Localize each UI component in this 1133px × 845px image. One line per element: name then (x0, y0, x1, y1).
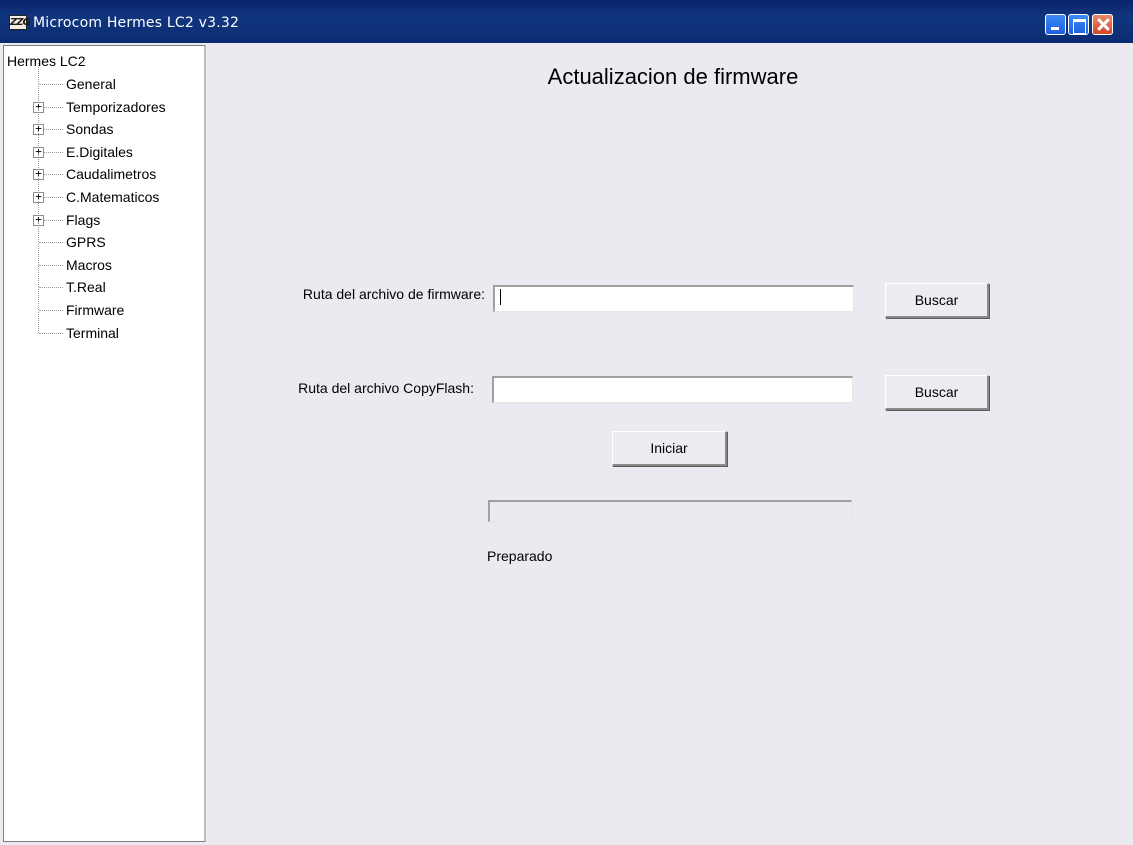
tree-item-macros[interactable]: Macros (4, 243, 204, 276)
window-title: Microcom Hermes LC2 v3.32 (33, 15, 240, 31)
maximize-button[interactable] (1068, 14, 1089, 35)
tree-item-label: E.Digitales (66, 143, 133, 160)
tree-item-label: Temporizadores (66, 98, 166, 115)
application-window: ZZG Microcom Hermes LC2 v3.32 Hermes LC2… (0, 0, 1133, 845)
tree-connector-horizontal (39, 242, 63, 244)
tree-connector-horizontal (39, 310, 63, 311)
tree-item-flags[interactable]: + Flags (4, 198, 204, 231)
tree-connector-horizontal (39, 264, 63, 266)
navigation-tree[interactable]: Hermes LC2 General + Temporizadores + Sondas… (3, 45, 206, 842)
tree-item-label: Caudalimetros (66, 166, 157, 183)
tree-connector-vertical (38, 266, 39, 288)
tree-item-caudalimetros[interactable]: + Caudalimetros (4, 153, 204, 185)
tree-item-t-real[interactable]: T.Real (4, 266, 204, 298)
tree-item-general[interactable]: General (4, 63, 204, 95)
minimize-button[interactable] (1045, 14, 1066, 35)
tree-item-label: Flags (66, 211, 101, 228)
status-text: Preparado (487, 548, 553, 564)
tree-item-terminal[interactable]: Terminal (4, 311, 204, 344)
copyflash-path-input[interactable] (492, 376, 853, 403)
tree-item-label: C.Matematicos (66, 189, 160, 205)
tree-root-hermes-lc2[interactable]: Hermes LC2 (7, 53, 86, 69)
tree-item-label: Macros (66, 256, 112, 273)
tree-item-c-matematicos[interactable]: + C.Matematicos (4, 176, 204, 208)
text-caret (500, 289, 501, 305)
copyflash-path-label: Ruta del archivo CopyFlash: (298, 380, 474, 396)
firmware-path-label: Ruta del archivo de firmware: (302, 286, 485, 302)
title-bar[interactable]: ZZG Microcom Hermes LC2 v3.32 (0, 0, 1133, 43)
firmware-browse-button[interactable]: Buscar (885, 283, 989, 318)
page-title: Actualizacion de firmware (547, 64, 799, 89)
copyflash-browse-button[interactable]: Buscar (885, 375, 989, 410)
tree-connector-vertical (38, 243, 39, 265)
tree-item-label: GPRS (66, 234, 106, 251)
progress-bar (488, 500, 852, 522)
tree-item-sondas[interactable]: + Sondas (4, 108, 204, 140)
tree-connector-vertical (38, 311, 39, 333)
main-panel: Actualizacion de firmware Ruta del archi… (216, 45, 1130, 842)
tree-item-label: T.Real (66, 279, 106, 296)
tree-item-label: Sondas (66, 121, 114, 138)
tree-connector-vertical (38, 289, 39, 310)
tree-connector-horizontal (39, 332, 63, 334)
firmware-path-input[interactable] (493, 285, 854, 312)
tree-item-firmware[interactable]: Firmware (4, 289, 204, 321)
start-button[interactable]: Iniciar (612, 431, 727, 466)
close-button[interactable] (1092, 14, 1113, 35)
tree-item-label: Firmware (66, 302, 125, 318)
tree-connector-horizontal (39, 287, 63, 289)
firmware-path-input-wrapper (493, 285, 854, 312)
tree-item-label: Terminal (66, 324, 119, 341)
tree-item-label: General (66, 76, 116, 92)
tree-item-temporizadores[interactable]: + Temporizadores (4, 85, 204, 118)
tree-connector-vertical (38, 63, 39, 84)
tree-connector-vertical (38, 221, 39, 243)
tree-item-gprs[interactable]: GPRS (4, 221, 204, 253)
app-icon: ZZG (9, 15, 31, 30)
tree-item-e-digitales[interactable]: + E.Digitales (4, 130, 204, 163)
tree-connector-horizontal (39, 84, 63, 85)
